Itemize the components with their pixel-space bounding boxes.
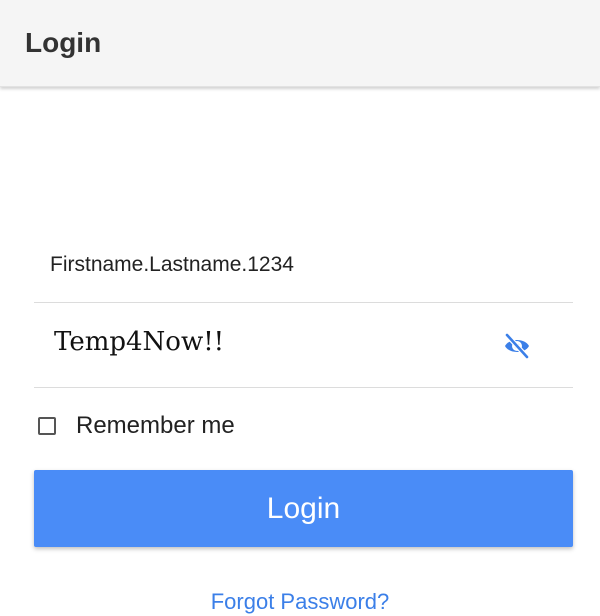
remember-me-checkbox[interactable] [38,417,56,435]
remember-me-label: Remember me [76,412,235,439]
remember-me-checkbox-row[interactable]: Remember me [38,408,235,444]
password-field [34,318,573,388]
login-screen: Login Remember me Login Forgot Password? [0,0,600,616]
username-field [34,236,573,303]
username-input[interactable] [50,251,550,279]
password-input[interactable] [54,324,474,360]
app-bar: Login [0,0,600,87]
login-button[interactable]: Login [34,470,573,547]
page-title: Login [25,27,102,58]
eye-off-icon[interactable] [497,330,537,362]
forgot-password-link[interactable]: Forgot Password? [0,588,600,616]
eye-off-icon-graphic [504,333,530,359]
